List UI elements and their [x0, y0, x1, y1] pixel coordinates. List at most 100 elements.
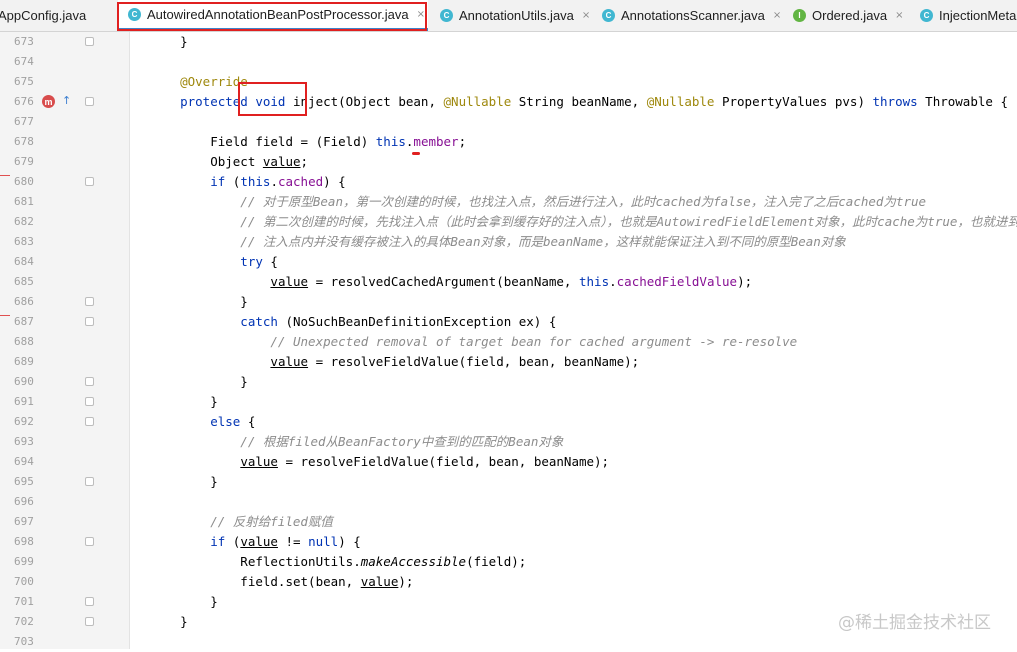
code-token: if — [150, 174, 226, 189]
code-text: } — [150, 392, 218, 412]
code-line[interactable]: 678 Field field = (Field) this.member; — [10, 132, 1017, 152]
class-icon: C — [602, 9, 615, 22]
overrides-up-arrow-icon[interactable]: ↑ — [62, 94, 71, 107]
code-token: value — [262, 154, 301, 169]
code-token: } — [150, 594, 218, 609]
code-text: // 反射给filed赋值 — [150, 512, 333, 532]
tab-appconfig[interactable]: AppConfig.java — [0, 0, 102, 31]
code-text: // 根据filed从BeanFactory中查到的匹配的Bean对象 — [150, 432, 563, 452]
method-override-icon[interactable]: m — [42, 95, 55, 108]
tab-injection-meta[interactable]: C InjectionMeta — [920, 0, 1017, 31]
code-line[interactable]: 685 value = resolvedCachedArgument(beanN… — [10, 272, 1017, 292]
tab-label: Ordered.java — [812, 8, 888, 23]
code-line[interactable]: 696 — [10, 492, 1017, 512]
fold-toggle-icon[interactable] — [85, 397, 94, 406]
code-token: } — [150, 394, 218, 409]
code-line[interactable]: 677 — [10, 112, 1017, 132]
fold-toggle-icon[interactable] — [85, 297, 94, 306]
code-line[interactable]: 690 } — [10, 372, 1017, 392]
code-token: } — [150, 294, 248, 309]
code-text: value = resolveFieldValue(field, bean, b… — [150, 352, 639, 372]
code-line[interactable]: 688 // Unexpected removal of target bean… — [10, 332, 1017, 352]
close-icon[interactable]: × — [773, 10, 781, 21]
code-token: != — [277, 534, 309, 549]
code-token: else — [150, 414, 241, 429]
code-line[interactable]: 699 ReflectionUtils.makeAccessible(field… — [10, 552, 1017, 572]
code-token: member — [413, 134, 459, 149]
code-line[interactable]: 691 } — [10, 392, 1017, 412]
code-line[interactable]: 703 — [10, 632, 1017, 652]
code-line[interactable]: 700 field.set(bean, value); — [10, 572, 1017, 592]
line-number: 682 — [14, 215, 34, 228]
code-token: value — [240, 454, 278, 469]
line-number: 694 — [14, 455, 34, 468]
code-text: // 第二次创建的时候，先找注入点（此时会拿到缓存好的注入点），也就是Autow… — [150, 212, 1017, 232]
code-token: makeAccessible — [360, 554, 467, 569]
fold-toggle-icon[interactable] — [85, 377, 94, 386]
code-token: (field); — [466, 554, 527, 569]
code-line[interactable]: 675 @Override — [10, 72, 1017, 92]
code-line[interactable]: 692 else { — [10, 412, 1017, 432]
line-number: 691 — [14, 395, 34, 408]
code-line[interactable]: 679 Object value; — [10, 152, 1017, 172]
fold-toggle-icon[interactable] — [85, 617, 94, 626]
code-line[interactable]: 687 catch (NoSuchBeanDefinitionException… — [10, 312, 1017, 332]
line-number: 692 — [14, 415, 34, 428]
code-token: Field field = (Field) — [150, 134, 376, 149]
code-line[interactable]: 693 // 根据filed从BeanFactory中查到的匹配的Bean对象 — [10, 432, 1017, 452]
fold-toggle-icon[interactable] — [85, 537, 94, 546]
tab-ordered[interactable]: I Ordered.java × — [793, 0, 913, 31]
code-line[interactable]: 680 if (this.cached) { — [10, 172, 1017, 192]
code-token: cached — [277, 174, 324, 189]
code-token: throws — [872, 94, 918, 109]
close-icon[interactable]: × — [582, 10, 590, 21]
tab-annotation-utils[interactable]: C AnnotationUtils.java × — [440, 0, 600, 31]
code-line[interactable]: 694 value = resolveFieldValue(field, bea… — [10, 452, 1017, 472]
code-line[interactable]: 676 m ↑ protected void inject(Object bean,… — [10, 92, 1017, 112]
code-line[interactable]: 673 } — [10, 32, 1017, 52]
fold-toggle-icon[interactable] — [85, 597, 94, 606]
code-token: ); — [737, 274, 753, 289]
code-line[interactable]: 697 // 反射给filed赋值 — [10, 512, 1017, 532]
fold-toggle-icon[interactable] — [85, 317, 94, 326]
code-token: PropertyValues pvs) — [714, 94, 873, 109]
code-token: inject(Object bean, — [293, 94, 444, 109]
code-line[interactable]: 683 // 注入点内并没有缓存被注入的具体Bean对象，而是beanName，… — [10, 232, 1017, 252]
code-text: value = resolvedCachedArgument(beanName,… — [150, 272, 752, 292]
close-icon[interactable]: × — [895, 10, 903, 21]
code-line[interactable]: 698 if (value != null) { — [10, 532, 1017, 552]
line-number: 684 — [14, 255, 34, 268]
watermark: @稀土掘金技术社区 — [838, 613, 991, 633]
code-token: ) { — [323, 174, 346, 189]
fold-toggle-icon[interactable] — [85, 37, 94, 46]
code-token: value — [270, 354, 309, 369]
line-number: 673 — [14, 35, 34, 48]
line-number: 690 — [14, 375, 34, 388]
line-number: 687 — [14, 315, 34, 328]
code-line[interactable]: 674 — [10, 52, 1017, 72]
fold-toggle-icon[interactable] — [85, 177, 94, 186]
code-text: catch (NoSuchBeanDefinitionException ex)… — [150, 312, 556, 332]
fold-toggle-icon[interactable] — [85, 477, 94, 486]
code-line[interactable]: 681 // 对于原型Bean，第一次创建的时候，也找注入点，然后进行注入，此时… — [10, 192, 1017, 212]
code-line[interactable]: 686 } — [10, 292, 1017, 312]
code-token: this — [579, 274, 610, 289]
line-number: 688 — [14, 335, 34, 348]
code-line[interactable]: 684 try { — [10, 252, 1017, 272]
code-token: try — [150, 254, 263, 269]
line-number: 703 — [14, 635, 34, 648]
fold-toggle-icon[interactable] — [85, 417, 94, 426]
tab-annotations-scanner[interactable]: C AnnotationsScanner.java × — [602, 0, 782, 31]
code-token: ); — [398, 574, 414, 589]
code-line[interactable]: 695 } — [10, 472, 1017, 492]
code-token: = resolvedCachedArgument(beanName, — [308, 274, 579, 289]
code-text: } — [150, 292, 248, 312]
code-line[interactable]: 682 // 第二次创建的时候，先找注入点（此时会拿到缓存好的注入点），也就是A… — [10, 212, 1017, 232]
fold-toggle-icon[interactable] — [85, 97, 94, 106]
code-token: { — [262, 254, 278, 269]
code-line[interactable]: 689 value = resolveFieldValue(field, bea… — [10, 352, 1017, 372]
code-token: // 第二次创建的时候，先找注入点（此时会拿到缓存好的注入点），也就是Autow… — [150, 214, 1017, 229]
